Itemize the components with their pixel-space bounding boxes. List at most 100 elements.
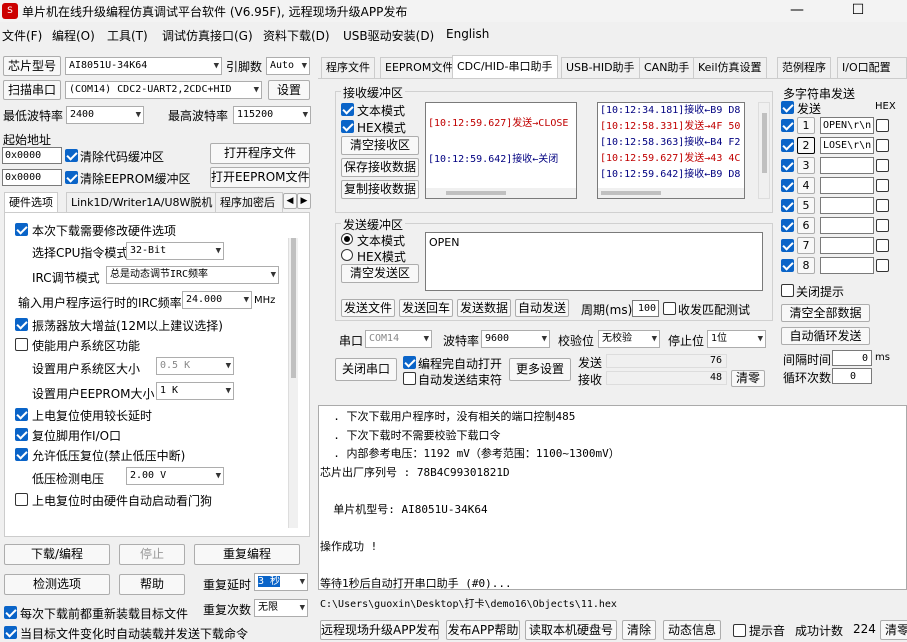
multi-send-button-2[interactable]: 2 <box>797 137 815 154</box>
close-prompt-checkbox[interactable] <box>781 284 794 297</box>
clear-code-checkbox[interactable] <box>65 149 78 162</box>
receive-hex-area[interactable]: [10:12:34.181]接收←B9 D8 [10:12:58.331]发送→4… <box>597 102 745 199</box>
tab-io-config[interactable]: I/O口配置 <box>837 57 907 78</box>
open-after-program-checkbox[interactable] <box>403 356 416 369</box>
menu-usb-driver[interactable]: USB驱动安装(D) <box>343 27 434 44</box>
low-voltage-reset-checkbox[interactable] <box>15 448 28 461</box>
menu-debug[interactable]: 调试仿真接口(G) <box>162 27 253 44</box>
tab-examples[interactable]: 范例程序 <box>777 57 831 78</box>
multi-hex-checkbox-5[interactable] <box>876 199 889 212</box>
match-test-checkbox[interactable] <box>663 302 676 315</box>
clear-receive-button[interactable]: 清空接收区 <box>341 136 419 155</box>
multi-send-input-2[interactable]: LOSE\r\n <box>820 137 874 154</box>
user-sys-size-select[interactable]: 0.5 K ▼ <box>156 357 234 375</box>
tab-hardware-options[interactable]: 硬件选项 <box>4 192 58 213</box>
power-watchdog-checkbox[interactable] <box>15 493 28 506</box>
scan-port-button[interactable]: 扫描串口 <box>3 80 61 100</box>
animation-info-button[interactable]: 动态信息 <box>663 620 721 640</box>
minimize-button[interactable]: — <box>775 0 819 22</box>
auto-end-char-checkbox[interactable] <box>403 372 416 385</box>
receive-text-hscroll[interactable] <box>426 188 576 198</box>
send-cr-button[interactable]: 发送回车 <box>399 299 453 317</box>
user-system-area-checkbox[interactable] <box>15 338 28 351</box>
baud-select[interactable]: 9600 ▼ <box>481 330 550 348</box>
multi-send-button-7[interactable]: 7 <box>797 237 815 254</box>
eeprom-address-input[interactable]: 0x0000 <box>2 169 62 186</box>
multi-send-input-3[interactable] <box>820 157 874 174</box>
chip-model-button[interactable]: 芯片型号 <box>3 56 61 76</box>
multi-hex-checkbox-8[interactable] <box>876 259 889 272</box>
scroll-thumb[interactable] <box>291 238 296 378</box>
tab-program-file[interactable]: 程序文件 <box>321 57 375 78</box>
tab-encryption[interactable]: 程序加密后 <box>215 192 283 213</box>
read-disk-button[interactable]: 读取本机硬盘号 <box>525 620 617 640</box>
multi-send-checkbox-3[interactable] <box>781 159 794 172</box>
more-settings-button[interactable]: 更多设置 <box>509 358 571 381</box>
multi-send-checkbox-4[interactable] <box>781 179 794 192</box>
open-eeprom-file-button[interactable]: 打开EEPROM文件 <box>210 167 310 188</box>
close-port-button[interactable]: 关闭串口 <box>335 358 397 381</box>
loop-count-input[interactable]: 0 <box>832 368 872 384</box>
multi-hex-checkbox-6[interactable] <box>876 219 889 232</box>
multi-hex-checkbox-7[interactable] <box>876 239 889 252</box>
multi-send-all-checkbox[interactable] <box>781 101 794 114</box>
multi-send-checkbox-6[interactable] <box>781 219 794 232</box>
multi-send-button-1[interactable]: 1 <box>797 117 815 134</box>
recv-text-mode-checkbox[interactable] <box>341 103 354 116</box>
recv-hex-mode-checkbox[interactable] <box>341 120 354 133</box>
port-settings-button[interactable]: 设置 <box>268 80 310 100</box>
interval-input[interactable]: 0 <box>832 350 872 366</box>
user-eeprom-size-select[interactable]: 1 K ▼ <box>156 382 234 400</box>
tab-scroll-left-icon[interactable]: ◀ <box>283 193 297 209</box>
output-log[interactable]: . 下次下载用户程序时，没有相关的端口控制485 . 下次下载时不需要校验下载口… <box>318 405 907 590</box>
multi-hex-checkbox-2[interactable] <box>876 139 889 152</box>
tab-keil-settings[interactable]: Keil仿真设置 <box>693 57 767 78</box>
multi-hex-checkbox-3[interactable] <box>876 159 889 172</box>
open-program-file-button[interactable]: 打开程序文件 <box>210 143 310 164</box>
clear-all-data-button[interactable]: 清空全部数据 <box>781 304 870 322</box>
irc-freq-select[interactable]: 24.000 ▼ <box>182 291 252 309</box>
port-select[interactable]: (COM14) CDC2-UART2,2CDC+HID ▼ <box>65 81 262 99</box>
multi-send-input-1[interactable]: OPEN\r\n <box>820 117 874 134</box>
max-baud-select[interactable]: 115200 ▼ <box>233 106 311 124</box>
multi-send-input-6[interactable] <box>820 217 874 234</box>
maximize-button[interactable]: ☐ <box>836 0 880 22</box>
receive-text-area[interactable]: [10:12:59.627]发送→CLOSE [10:12:59.642]接收←… <box>425 102 577 199</box>
send-file-button[interactable]: 发送文件 <box>341 299 395 317</box>
irc-mode-select[interactable]: 总是动态调节IRC频率 ▼ <box>106 266 279 284</box>
parity-select[interactable]: 无校验 ▼ <box>598 330 660 348</box>
save-receive-button[interactable]: 保存接收数据 <box>341 158 419 177</box>
clear-send-button[interactable]: 清空发送区 <box>341 264 419 283</box>
multi-hex-checkbox-4[interactable] <box>876 179 889 192</box>
menu-program[interactable]: 编程(O) <box>52 27 95 44</box>
menu-english[interactable]: English <box>446 27 489 41</box>
auto-load-checkbox[interactable] <box>4 626 17 639</box>
send-text-mode-radio[interactable] <box>341 233 353 245</box>
multi-send-button-4[interactable]: 4 <box>797 177 815 194</box>
menu-download[interactable]: 资料下载(D) <box>263 27 330 44</box>
stop-button[interactable]: 停止 <box>119 544 185 565</box>
multi-send-checkbox-1[interactable] <box>781 119 794 132</box>
multi-send-input-5[interactable] <box>820 197 874 214</box>
code-address-input[interactable]: 0x0000 <box>2 147 62 164</box>
receive-vscroll[interactable] <box>758 102 770 199</box>
reprogram-button[interactable]: 重复编程 <box>194 544 300 565</box>
pins-select[interactable]: Auto ▼ <box>266 57 310 75</box>
tab-cdc-serial-helper[interactable]: CDC/HID-串口助手 <box>452 55 558 78</box>
osc-gain-checkbox[interactable] <box>15 318 28 331</box>
tab-scroll-right-icon[interactable]: ▶ <box>297 193 311 209</box>
publish-app-button[interactable]: 远程现场升级APP发布 <box>320 620 439 640</box>
serial-port-select[interactable]: COM14 ▼ <box>365 330 432 348</box>
receive-hex-hscroll[interactable] <box>598 188 744 198</box>
help-button[interactable]: 帮助 <box>119 574 185 595</box>
reload-each-checkbox[interactable] <box>4 606 17 619</box>
menu-file[interactable]: 文件(F) <box>2 27 42 44</box>
multi-send-checkbox-8[interactable] <box>781 259 794 272</box>
multi-send-checkbox-7[interactable] <box>781 239 794 252</box>
beep-checkbox[interactable] <box>733 624 746 637</box>
send-hex-mode-radio[interactable] <box>341 249 353 261</box>
tab-usb-hid-helper[interactable]: USB-HID助手 <box>561 57 640 78</box>
download-program-button[interactable]: 下载/编程 <box>4 544 110 565</box>
clear-log-button[interactable]: 清除 <box>622 620 656 640</box>
multi-send-button-6[interactable]: 6 <box>797 217 815 234</box>
